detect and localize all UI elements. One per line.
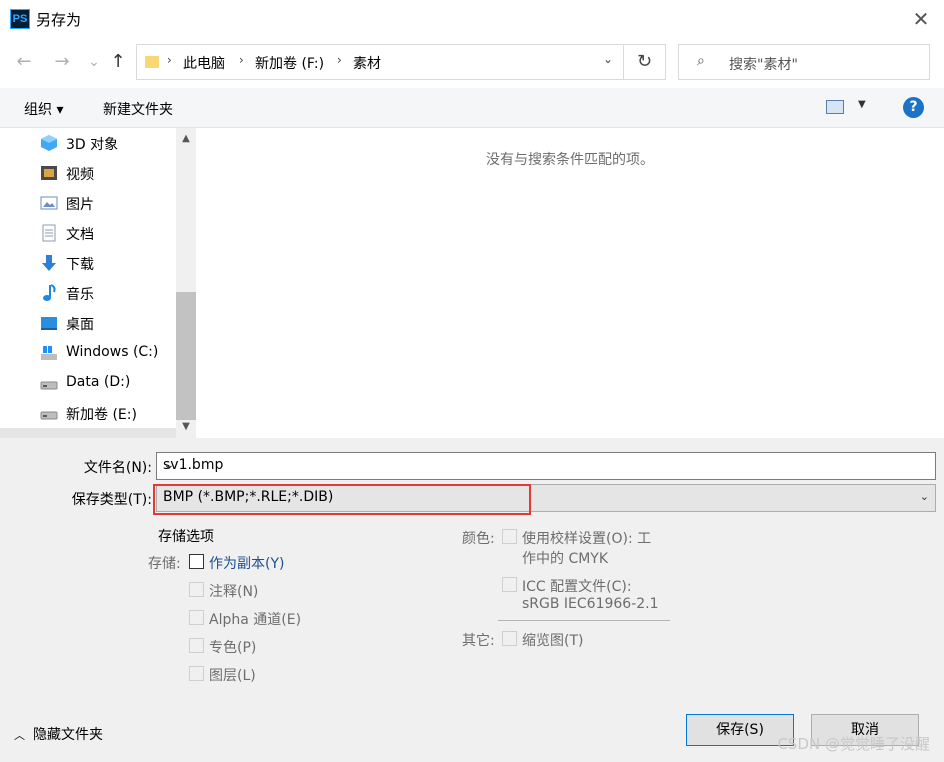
save-options-panel: 文件名(N): sv1.bmp ⌄ 保存类型(T): BMP (*.BMP;*.… bbox=[0, 438, 944, 762]
window-title: 另存为 bbox=[36, 11, 82, 29]
proof-setup-label-cont: 作中的 CMYK bbox=[522, 551, 609, 567]
annotation-highlight-box bbox=[153, 484, 531, 515]
sidebar-item-label: 音乐 bbox=[66, 287, 94, 303]
sidebar-item-drive-e[interactable]: 新加卷 (E:) bbox=[40, 398, 180, 428]
storage-label: 存储: bbox=[148, 556, 181, 572]
3d-objects-icon bbox=[41, 135, 57, 151]
spot-colors-label: 专色(P) bbox=[209, 640, 257, 656]
proof-setup-checkbox[interactable] bbox=[502, 529, 517, 544]
file-list[interactable]: 没有与搜索条件匹配的项。 bbox=[196, 128, 944, 438]
sidebar-item-label: Windows (C:) bbox=[66, 344, 159, 360]
view-options-icon[interactable] bbox=[826, 100, 844, 114]
filename-field[interactable]: sv1.bmp ⌄ bbox=[156, 452, 936, 480]
sidebar-item-3d-objects[interactable]: 3D 对象 bbox=[40, 128, 180, 158]
sidebar-item-windows-c[interactable]: Windows (C:) bbox=[40, 338, 180, 368]
thumbnail-checkbox[interactable] bbox=[502, 631, 517, 646]
sidebar-item-partial[interactable] bbox=[0, 428, 176, 438]
color-label: 颜色: bbox=[462, 531, 495, 547]
refresh-icon[interactable]: ↻ bbox=[624, 44, 666, 80]
pictures-icon bbox=[40, 196, 58, 210]
breadcrumb-drive-f[interactable]: 新加卷 (F:) bbox=[255, 53, 324, 73]
sidebar-item-label: 新加卷 (E:) bbox=[66, 407, 137, 423]
close-button[interactable]: ✕ bbox=[906, 4, 936, 34]
address-bar[interactable]: › 此电脑 › 新加卷 (F:) › 素材 ⌄ bbox=[136, 44, 624, 80]
sidebar-item-label: 下载 bbox=[66, 257, 94, 273]
breadcrumb-this-pc[interactable]: 此电脑 bbox=[183, 53, 225, 73]
thumbnail-label: 缩览图(T) bbox=[522, 633, 584, 649]
sidebar-item-downloads[interactable]: 下载 bbox=[40, 248, 180, 278]
sidebar-item-label: 文档 bbox=[66, 227, 94, 243]
search-placeholder: 搜索"素材" bbox=[729, 57, 798, 73]
downloads-icon bbox=[42, 255, 56, 271]
organize-button[interactable]: 组织 ▾ bbox=[24, 99, 63, 119]
chevron-down-icon[interactable]: ⌄ bbox=[163, 457, 929, 473]
desktop-icon bbox=[41, 317, 57, 330]
command-toolbar: 组织 ▾ 新建文件夹 ▼ ? bbox=[0, 88, 944, 128]
sidebar-item-music[interactable]: 音乐 bbox=[40, 278, 180, 308]
divider bbox=[498, 620, 670, 621]
breadcrumb-separator: › bbox=[337, 53, 342, 67]
filename-label: 文件名(N): bbox=[83, 460, 152, 476]
icc-profile-label: ICC 配置文件(C): bbox=[522, 579, 632, 595]
as-copy-label[interactable]: 作为副本(Y) bbox=[209, 553, 284, 573]
video-icon bbox=[41, 166, 57, 180]
chevron-up-icon: ︿ bbox=[14, 729, 25, 742]
watermark-text: CSDN @觉觉睡了没醒 bbox=[777, 735, 930, 753]
alpha-channels-checkbox[interactable] bbox=[189, 610, 204, 625]
notes-label: 注释(N) bbox=[209, 584, 259, 600]
documents-icon bbox=[42, 224, 56, 242]
icc-profile-value: sRGB IEC61966-2.1 bbox=[522, 596, 659, 612]
empty-results-message: 没有与搜索条件匹配的项。 bbox=[486, 152, 654, 168]
scroll-down-icon[interactable]: ▼ bbox=[176, 418, 196, 436]
alpha-channels-label: Alpha 通道(E) bbox=[209, 612, 302, 628]
sidebar-item-documents[interactable]: 文档 bbox=[40, 218, 180, 248]
as-copy-checkbox[interactable] bbox=[189, 554, 204, 569]
sidebar-item-label: Data (D:) bbox=[66, 374, 131, 390]
layers-label: 图层(L) bbox=[209, 668, 256, 684]
hide-folders-label: 隐藏文件夹 bbox=[33, 727, 103, 743]
sidebar-item-video[interactable]: 视频 bbox=[40, 158, 180, 188]
photoshop-app-icon: PS bbox=[10, 9, 30, 29]
sidebar-item-pictures[interactable]: 图片 bbox=[40, 188, 180, 218]
help-icon[interactable]: ? bbox=[903, 97, 924, 118]
chevron-down-icon[interactable]: ⌄ bbox=[920, 490, 929, 503]
recent-locations-chevron-icon[interactable]: ⌄ bbox=[82, 50, 106, 74]
other-label: 其它: bbox=[462, 633, 495, 649]
address-dropdown-icon[interactable]: ⌄ bbox=[603, 52, 613, 66]
forward-arrow-icon[interactable]: → bbox=[50, 50, 74, 74]
spot-colors-checkbox[interactable] bbox=[189, 638, 204, 653]
sidebar-item-label: 桌面 bbox=[66, 317, 94, 333]
back-arrow-icon[interactable]: ← bbox=[12, 50, 36, 74]
sidebar-item-desktop[interactable]: 桌面 bbox=[40, 308, 180, 338]
scrollbar-thumb[interactable] bbox=[176, 292, 196, 420]
drive-icon bbox=[40, 381, 58, 390]
proof-setup-label: 使用校样设置(O): 工 bbox=[522, 531, 652, 547]
folder-icon bbox=[145, 56, 159, 68]
search-icon: ⌕ bbox=[697, 53, 705, 69]
sidebar-item-label: 3D 对象 bbox=[66, 137, 119, 153]
navigation-bar: ← → ⌄ ↑ › 此电脑 › 新加卷 (F:) › 素材 ⌄ ↻ ⌕ 搜索"素… bbox=[0, 38, 944, 88]
sidebar-item-label: 视频 bbox=[66, 167, 94, 183]
up-arrow-icon[interactable]: ↑ bbox=[106, 50, 130, 74]
windows-drive-icon bbox=[41, 346, 57, 360]
breadcrumb-separator: › bbox=[239, 53, 244, 67]
layers-checkbox[interactable] bbox=[189, 666, 204, 681]
sidebar-item-data-d[interactable]: Data (D:) bbox=[40, 368, 180, 398]
music-icon bbox=[43, 284, 56, 301]
search-box[interactable]: ⌕ 搜索"素材" bbox=[678, 44, 930, 80]
save-options-title: 存储选项 bbox=[158, 529, 214, 545]
breadcrumb-materials[interactable]: 素材 bbox=[353, 53, 381, 73]
drive-icon bbox=[40, 411, 58, 420]
view-dropdown-icon[interactable]: ▼ bbox=[858, 99, 866, 110]
navigation-pane: 3D 对象 视频 图片 文档 下载 音乐 桌面 Windows (C:) Dat… bbox=[0, 128, 196, 438]
new-folder-button[interactable]: 新建文件夹 bbox=[103, 99, 173, 119]
hide-folders-toggle[interactable]: ︿ 隐藏文件夹 bbox=[14, 724, 103, 744]
title-bar: PS 另存为 ✕ bbox=[0, 0, 944, 38]
scroll-up-icon[interactable]: ▲ bbox=[176, 130, 196, 148]
icc-profile-checkbox[interactable] bbox=[502, 577, 517, 592]
breadcrumb-separator: › bbox=[167, 53, 172, 67]
sidebar-item-label: 图片 bbox=[66, 197, 94, 213]
notes-checkbox[interactable] bbox=[189, 582, 204, 597]
filetype-label: 保存类型(T): bbox=[71, 492, 152, 508]
